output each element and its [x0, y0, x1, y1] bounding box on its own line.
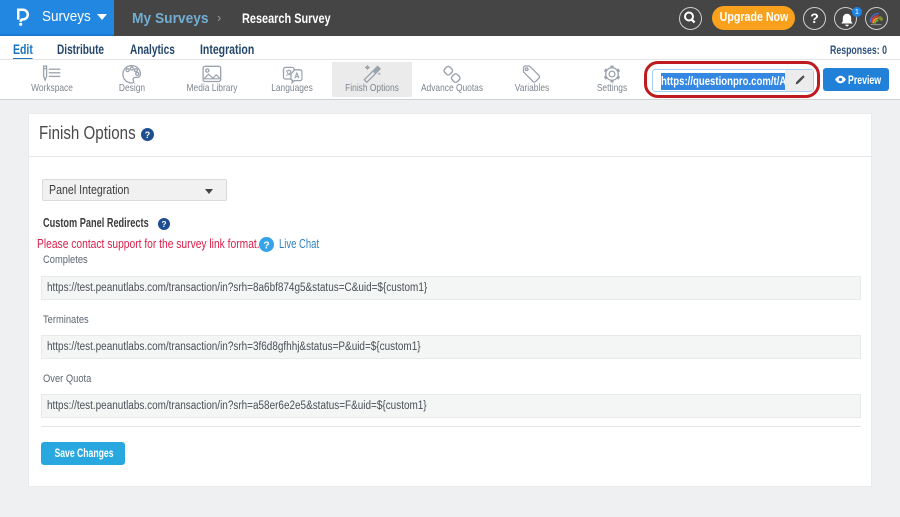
svg-text:?: ?	[263, 240, 269, 251]
svg-text:?: ?	[145, 130, 150, 140]
svg-text:?: ?	[161, 220, 166, 229]
